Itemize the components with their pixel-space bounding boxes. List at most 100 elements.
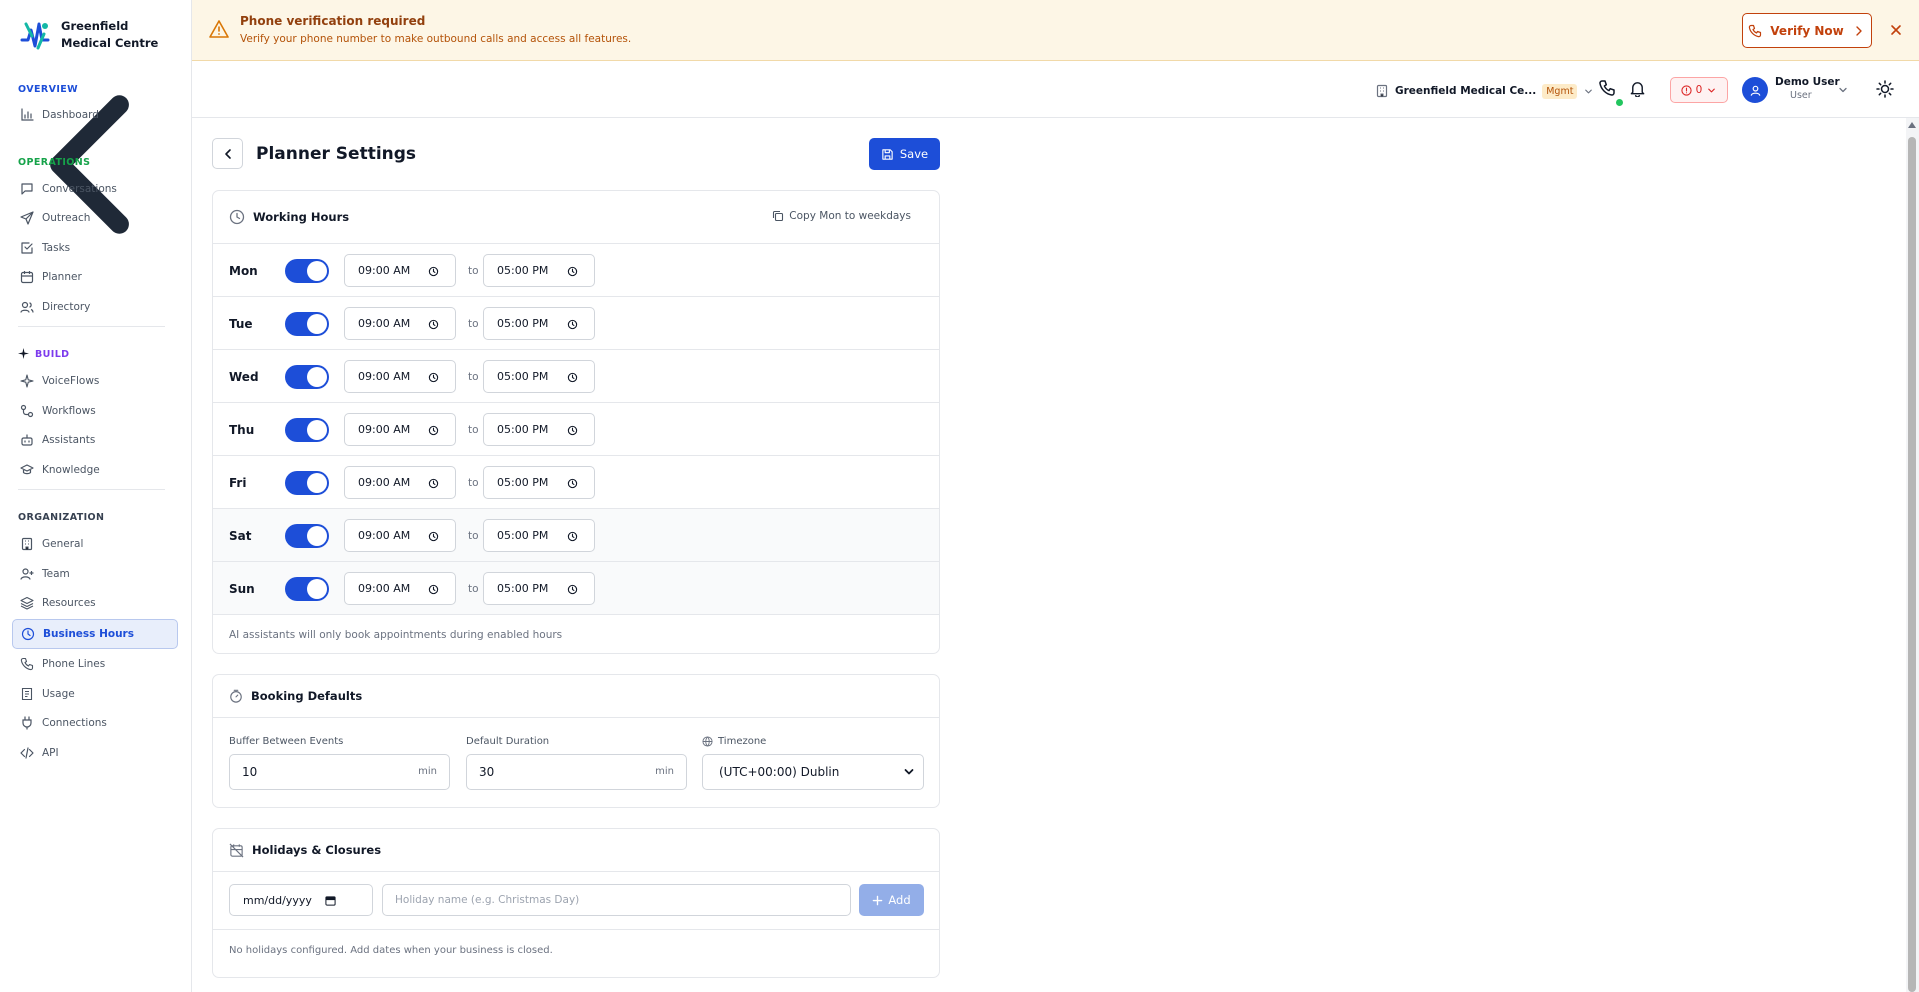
day-enabled-toggle[interactable] bbox=[285, 312, 329, 336]
sidebar-item-business-hours[interactable]: Business Hours bbox=[12, 619, 178, 649]
buffer-input[interactable]: 10 min bbox=[229, 754, 450, 790]
toggle-knob bbox=[307, 420, 327, 440]
sidebar-item-assistants[interactable]: Assistants bbox=[12, 426, 178, 454]
end-time-input[interactable]: 05:00 PM bbox=[483, 254, 595, 287]
phone-call-icon[interactable] bbox=[1598, 79, 1616, 97]
start-time-input[interactable]: 09:00 AM bbox=[344, 519, 456, 552]
start-time-input[interactable]: 09:00 AM bbox=[344, 360, 456, 393]
sidebar-item-label: API bbox=[42, 747, 59, 759]
day-enabled-toggle[interactable] bbox=[285, 259, 329, 283]
layers-icon bbox=[20, 596, 34, 610]
sidebar-item-label: Outreach bbox=[42, 212, 91, 224]
scroll-up-arrow-icon[interactable] bbox=[1908, 122, 1916, 128]
avatar[interactable] bbox=[1742, 77, 1768, 103]
clock-icon bbox=[428, 478, 439, 489]
holiday-date-input[interactable]: mm/dd/yyyy bbox=[229, 884, 373, 916]
sidebar-item-phone-lines[interactable]: Phone Lines bbox=[12, 650, 178, 678]
phone-icon bbox=[20, 657, 34, 671]
clock-icon bbox=[428, 372, 439, 383]
start-time-value: 09:00 AM bbox=[358, 423, 411, 436]
sidebar-item-conversations[interactable]: Conversations bbox=[12, 175, 178, 203]
to-label: to bbox=[468, 424, 479, 436]
sidebar-item-workflows[interactable]: Workflows bbox=[12, 397, 178, 425]
close-banner-icon[interactable] bbox=[1889, 23, 1903, 37]
sidebar-item-general[interactable]: General bbox=[12, 530, 178, 558]
clock-icon bbox=[567, 531, 578, 542]
sidebar-item-planner[interactable]: Planner bbox=[12, 263, 178, 291]
day-enabled-toggle[interactable] bbox=[285, 577, 329, 601]
end-time-input[interactable]: 05:00 PM bbox=[483, 572, 595, 605]
sidebar-item-connections[interactable]: Connections bbox=[12, 709, 178, 737]
holidays-empty-text: No holidays configured. Add dates when y… bbox=[229, 945, 553, 956]
working-hours-title: Working Hours bbox=[253, 210, 350, 224]
sidebar-item-team[interactable]: Team bbox=[12, 560, 178, 588]
section-title-organization: ORGANIZATION bbox=[18, 512, 105, 523]
start-time-input[interactable]: 09:00 AM bbox=[344, 307, 456, 340]
day-label: Mon bbox=[229, 264, 258, 278]
copy-mon-to-weekdays-button[interactable]: Copy Mon to weekdays bbox=[772, 210, 911, 222]
end-time-input[interactable]: 05:00 PM bbox=[483, 307, 595, 340]
add-holiday-button[interactable]: Add bbox=[859, 884, 924, 916]
sidebar-item-resources[interactable]: Resources bbox=[12, 589, 178, 617]
toggle-knob bbox=[307, 473, 327, 493]
sidebar-item-label: Phone Lines bbox=[42, 658, 106, 670]
sidebar-item-label: Business Hours bbox=[43, 628, 134, 640]
sidebar-item-api[interactable]: API bbox=[12, 739, 178, 767]
end-time-input[interactable]: 05:00 PM bbox=[483, 519, 595, 552]
sidebar-item-knowledge[interactable]: Knowledge bbox=[12, 456, 178, 484]
back-button[interactable] bbox=[212, 138, 243, 169]
sidebar-item-outreach[interactable]: Outreach bbox=[12, 204, 178, 232]
scrollbar-thumb[interactable] bbox=[1908, 137, 1916, 992]
start-time-input[interactable]: 09:00 AM bbox=[344, 466, 456, 499]
clock-icon bbox=[229, 209, 245, 225]
chevron-down-icon bbox=[1585, 89, 1593, 93]
start-time-input[interactable]: 09:00 AM bbox=[344, 572, 456, 605]
globe-icon bbox=[702, 736, 713, 747]
workflow-icon bbox=[20, 404, 34, 418]
end-time-value: 05:00 PM bbox=[497, 370, 549, 383]
sidebar-item-tasks[interactable]: Tasks bbox=[12, 234, 178, 262]
clock-icon bbox=[21, 627, 35, 641]
bell-icon[interactable] bbox=[1629, 80, 1646, 97]
timezone-select[interactable]: (UTC+00:00) Dublin bbox=[702, 754, 924, 790]
end-time-input[interactable]: 05:00 PM bbox=[483, 413, 595, 446]
sidebar-item-dashboard[interactable]: Dashboard bbox=[12, 101, 178, 129]
section-title-overview: OVERVIEW bbox=[18, 84, 79, 95]
day-row-mon: Mon 09:00 AM to 05:00 PM bbox=[213, 244, 939, 297]
sidebar-item-usage[interactable]: Usage bbox=[12, 680, 178, 708]
day-enabled-toggle[interactable] bbox=[285, 524, 329, 548]
verify-now-button[interactable]: Verify Now bbox=[1742, 13, 1872, 48]
chevron-down-icon[interactable] bbox=[1837, 84, 1849, 96]
page-title: Planner Settings bbox=[256, 144, 417, 164]
org-switcher[interactable]: Greenfield Medical Ce... Mgmt bbox=[1375, 80, 1594, 102]
build-sparkle-icon bbox=[18, 348, 29, 359]
brand-name: Greenfield Medical Centre bbox=[61, 18, 159, 50]
sidebar-item-voiceflows[interactable]: VoiceFlows bbox=[12, 367, 178, 395]
sun-icon[interactable] bbox=[1875, 79, 1895, 99]
buffer-label: Buffer Between Events bbox=[229, 736, 344, 747]
banner-subtitle: Verify your phone number to make outboun… bbox=[240, 33, 632, 45]
holiday-name-input[interactable]: Holiday name (e.g. Christmas Day) bbox=[382, 884, 851, 916]
save-button[interactable]: Save bbox=[869, 138, 940, 170]
day-enabled-toggle[interactable] bbox=[285, 365, 329, 389]
user-name[interactable]: Demo User bbox=[1775, 76, 1840, 88]
buffer-value: 10 bbox=[242, 765, 258, 779]
end-time-input[interactable]: 05:00 PM bbox=[483, 466, 595, 499]
phone-icon bbox=[1749, 24, 1762, 37]
sidebar: Greenfield Medical Centre OVERVIEW Dashb… bbox=[0, 0, 192, 992]
working-hours-note: AI assistants will only book appointment… bbox=[229, 629, 563, 641]
sidebar-item-directory[interactable]: Directory bbox=[12, 293, 178, 321]
error-count-pill[interactable]: 0 bbox=[1670, 77, 1728, 103]
end-time-value: 05:00 PM bbox=[497, 529, 549, 542]
day-enabled-toggle[interactable] bbox=[285, 471, 329, 495]
day-row-sun: Sun 09:00 AM to 05:00 PM bbox=[213, 562, 939, 615]
brand-logo-icon bbox=[20, 22, 50, 49]
duration-input[interactable]: 30 min bbox=[466, 754, 687, 790]
to-label: to bbox=[468, 477, 479, 489]
to-label: to bbox=[468, 265, 479, 277]
end-time-input[interactable]: 05:00 PM bbox=[483, 360, 595, 393]
start-time-input[interactable]: 09:00 AM bbox=[344, 254, 456, 287]
day-enabled-toggle[interactable] bbox=[285, 418, 329, 442]
start-time-input[interactable]: 09:00 AM bbox=[344, 413, 456, 446]
brand[interactable]: Greenfield Medical Centre bbox=[0, 0, 191, 69]
